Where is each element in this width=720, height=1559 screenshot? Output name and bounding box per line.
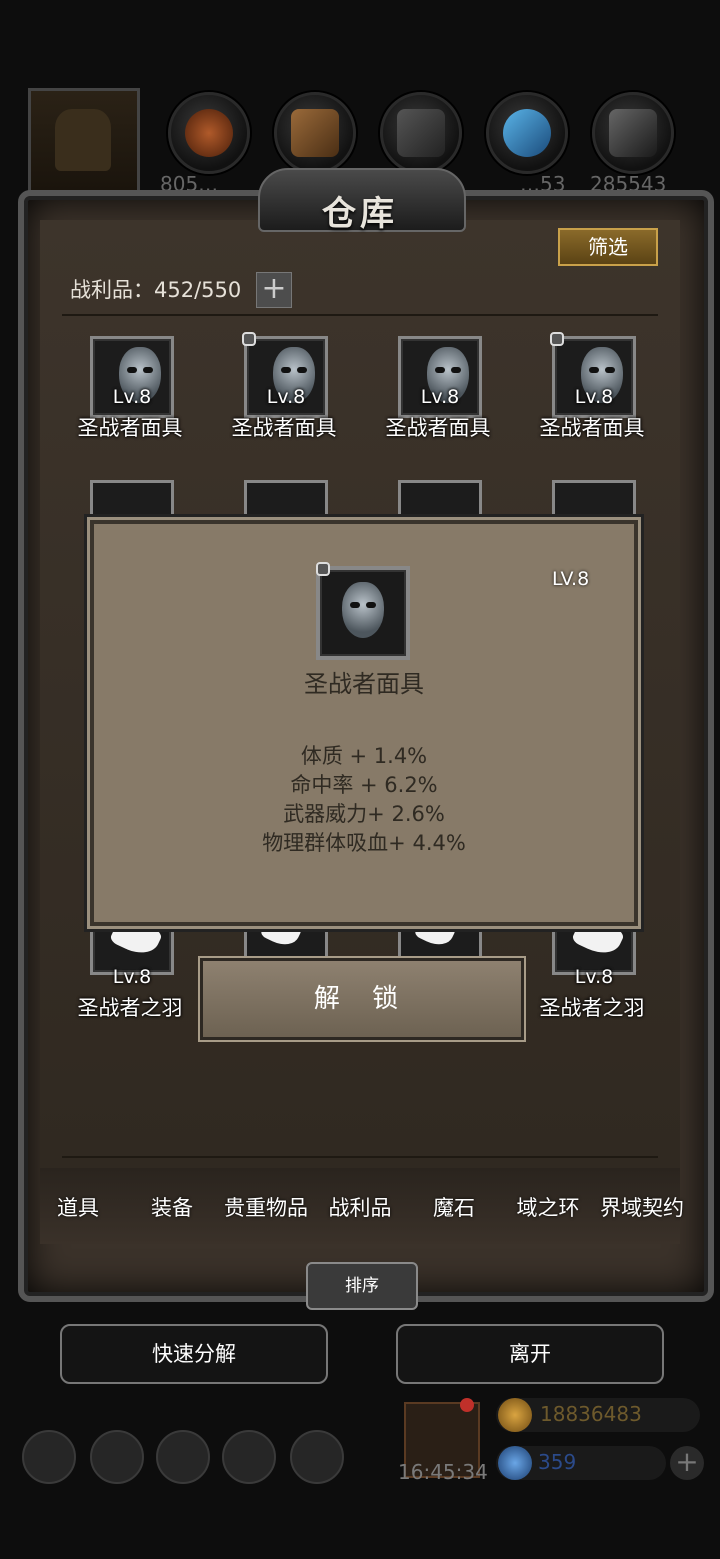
filter-button[interactable]: 筛选	[558, 228, 658, 266]
inventory-item[interactable]: Lv.8 圣战者面具	[78, 336, 183, 446]
resource-slot-steel[interactable]	[592, 92, 674, 174]
tab-domain-contract[interactable]: 界域契约	[594, 1192, 690, 1222]
item-detail-popup: LV.8 圣战者面具 体质 + 1.4% 命中率 + 6.2% 武器威力+ 2.…	[90, 520, 638, 926]
friends-icon[interactable]	[290, 1430, 344, 1484]
inventory-item-hidden[interactable]	[398, 480, 482, 523]
gem-amount: 359	[538, 1450, 577, 1474]
item-level: Lv.8	[112, 966, 152, 988]
hero-avatar[interactable]	[28, 88, 140, 194]
guild-icon[interactable]	[156, 1430, 210, 1484]
lock-icon	[316, 562, 330, 576]
tab-loot[interactable]: 战利品	[322, 1192, 398, 1222]
unlock-button[interactable]: 解 锁	[200, 958, 524, 1040]
resource-slot-iron[interactable]	[380, 92, 462, 174]
item-level: Lv.8	[266, 386, 306, 408]
inventory-item-hidden[interactable]	[552, 480, 636, 523]
quick-decompose-button[interactable]: 快速分解	[60, 1324, 328, 1384]
inventory-item[interactable]: Lv.8 圣战者之羽	[78, 913, 183, 1026]
item-stat: 武器威力+ 2.6%	[283, 802, 445, 826]
item-name: 圣战者面具	[231, 416, 337, 440]
item-name: 圣战者面具	[77, 416, 183, 440]
inventory-item[interactable]: Lv.8 圣战者面具	[540, 332, 645, 446]
item-name: 圣战者之羽	[77, 996, 183, 1020]
item-level: Lv.8	[420, 386, 460, 408]
gold-coin-icon	[498, 1398, 532, 1432]
leave-button[interactable]: 离开	[396, 1324, 664, 1384]
tab-magic-stone[interactable]: 魔石	[418, 1192, 490, 1222]
gold-amount: 18836483	[540, 1402, 642, 1426]
resource-slot-wood[interactable]	[274, 92, 356, 174]
item-detail-level: LV.8	[552, 568, 590, 590]
item-level: Lv.8	[574, 386, 614, 408]
settings-icon[interactable]	[22, 1430, 76, 1484]
resource-slot-crystal[interactable]	[486, 92, 568, 174]
tab-equipment[interactable]: 装备	[136, 1192, 208, 1222]
loot-counter: 战利品：452/550	[70, 278, 242, 302]
inventory-item[interactable]: Lv.8 圣战者面具	[386, 336, 491, 446]
sort-button[interactable]: 排序	[306, 1262, 418, 1310]
add-gems-button[interactable]: +	[670, 1446, 704, 1480]
inventory-item-hidden[interactable]	[244, 480, 328, 523]
item-stat: 物理群体吸血+ 4.4%	[262, 831, 466, 855]
resource-slot-ore[interactable]	[168, 92, 250, 174]
achievement-icon[interactable]	[90, 1430, 144, 1484]
item-name: 圣战者面具	[385, 416, 491, 440]
item-level: Lv.8	[112, 386, 152, 408]
item-detail-icon-frame	[316, 566, 410, 660]
expand-capacity-button[interactable]: +	[256, 272, 292, 308]
inventory-item[interactable]: Lv.8 圣战者面具	[232, 332, 337, 446]
tab-valuables[interactable]: 贵重物品	[218, 1192, 314, 1222]
gem-icon	[498, 1446, 532, 1480]
lock-icon	[550, 332, 564, 346]
lock-icon	[242, 332, 256, 346]
item-detail-name: 圣战者面具	[304, 670, 424, 698]
inventory-item-hidden[interactable]	[90, 480, 174, 523]
mask-icon	[342, 582, 384, 638]
item-stat: 命中率 + 6.2%	[290, 773, 438, 797]
divider	[62, 1156, 658, 1158]
tab-domain-ring[interactable]: 域之环	[508, 1192, 588, 1222]
item-stat: 体质 + 1.4%	[300, 744, 428, 768]
item-name: 圣战者之羽	[539, 996, 645, 1020]
tab-items[interactable]: 道具	[42, 1192, 114, 1222]
event-timer: 16:45:34	[398, 1460, 488, 1484]
notification-dot	[460, 1398, 474, 1412]
divider	[62, 314, 658, 316]
item-level: Lv.8	[574, 966, 614, 988]
mail-icon[interactable]	[222, 1430, 276, 1484]
page-title: 仓库	[322, 194, 398, 234]
inventory-item[interactable]: Lv.8 圣战者之羽	[540, 913, 645, 1026]
item-name: 圣战者面具	[539, 416, 645, 440]
